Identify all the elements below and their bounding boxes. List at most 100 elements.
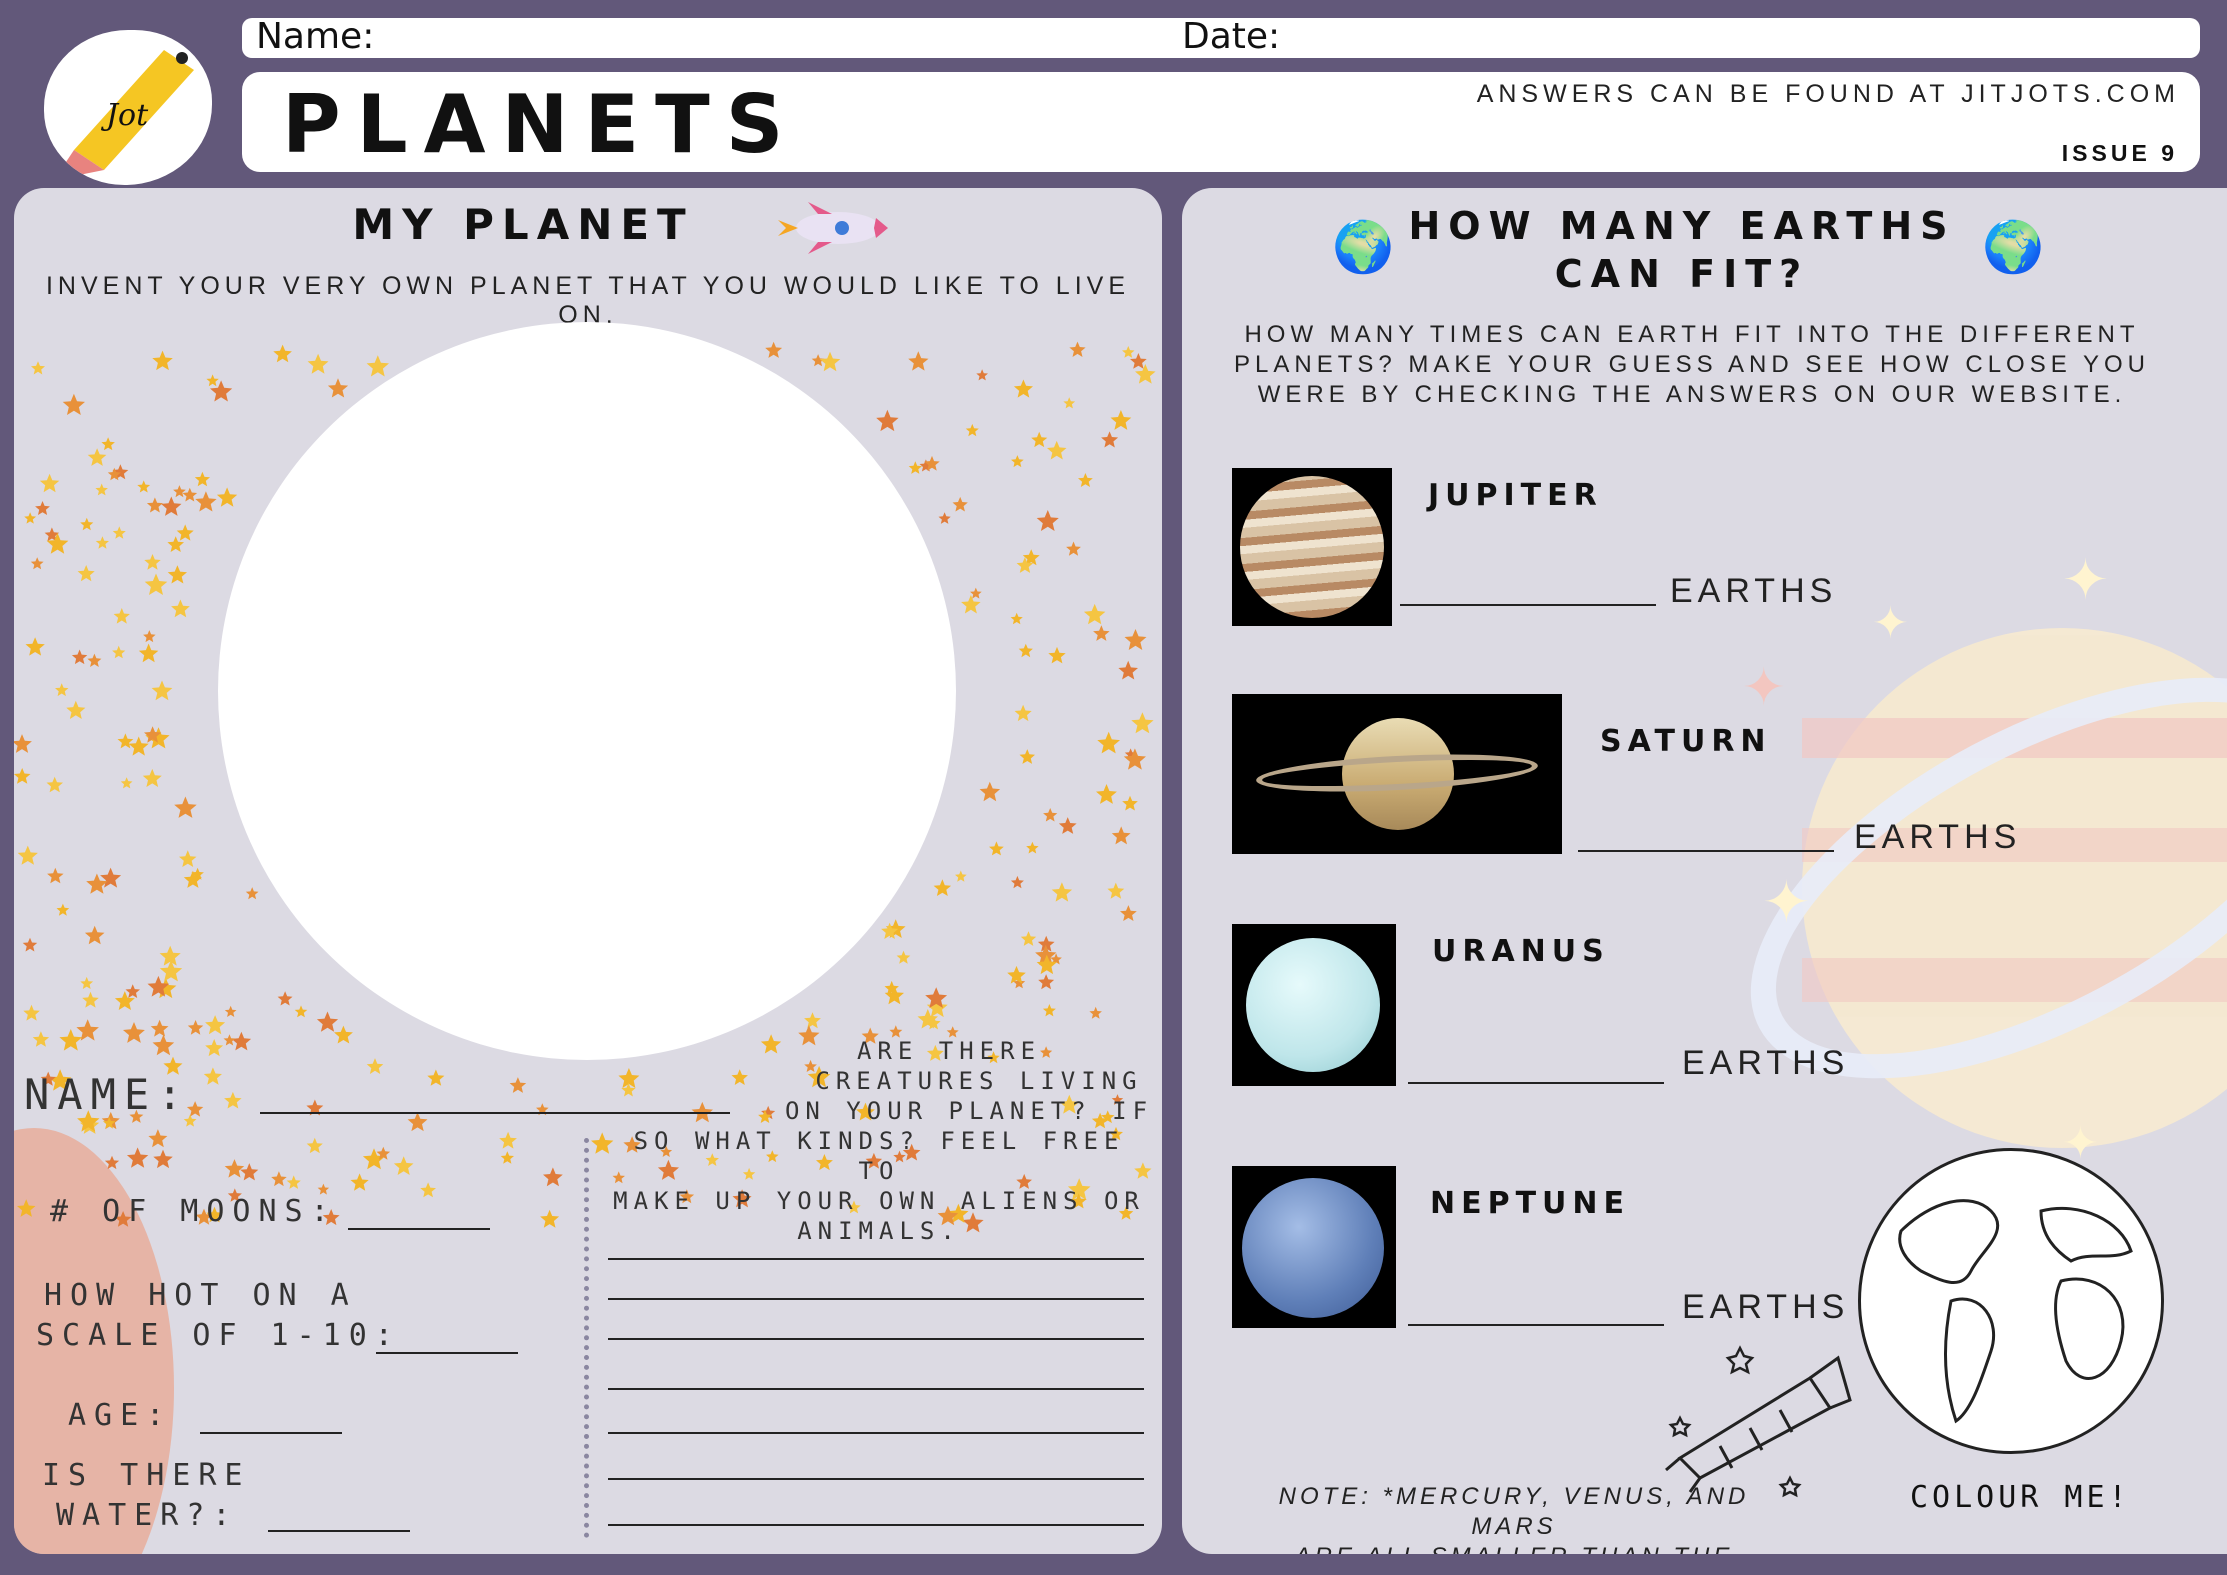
star-icon (366, 1058, 384, 1074)
star-icon (979, 781, 1001, 802)
star-icon (84, 925, 105, 945)
hot-label-2: SCALE OF 1-10: (36, 1318, 401, 1353)
star-icon (152, 1034, 175, 1056)
star-icon (1013, 379, 1033, 398)
star-icon (71, 649, 88, 665)
star-icon (1014, 704, 1032, 722)
star-icon (1007, 965, 1026, 984)
star-icon (1069, 341, 1086, 357)
name-label: Name: (256, 16, 375, 57)
star-icon (77, 565, 95, 582)
age-line[interactable] (200, 1432, 342, 1434)
star-icon (17, 845, 38, 865)
star-icon (1038, 974, 1055, 990)
star-icon (1020, 931, 1037, 946)
uranus-earths-label: EARTHS (1682, 1044, 1850, 1082)
star-icon (112, 645, 126, 659)
globe-icon: 🌍 (1982, 218, 2045, 276)
star-icon (1122, 346, 1135, 358)
creatures-answer-line[interactable] (608, 1432, 1144, 1434)
star-icon (1120, 905, 1137, 921)
star-icon (150, 1019, 169, 1037)
colour-me-label: COLOUR ME! (1910, 1480, 2131, 1515)
star-icon (955, 870, 967, 882)
creatures-answer-line[interactable] (608, 1258, 1144, 1260)
sparkle-icon: ✦ (1762, 868, 1811, 936)
star-icon (62, 393, 85, 415)
saturn-answer-line[interactable] (1578, 850, 1834, 852)
star-icon (35, 501, 50, 515)
star-icon (316, 1011, 339, 1032)
star-icon (1083, 603, 1106, 625)
neptune-answer-line[interactable] (1408, 1324, 1664, 1326)
star-icon (970, 587, 982, 599)
saturn-image (1232, 694, 1562, 854)
star-icon (499, 1131, 517, 1149)
star-icon (24, 512, 37, 524)
star-icon (56, 903, 70, 916)
star-icon (509, 1077, 527, 1093)
star-icon (307, 353, 329, 374)
star-icon (500, 1151, 514, 1164)
star-icon (137, 480, 151, 493)
page-title: PLANETS (282, 78, 800, 171)
planet-drawing-circle[interactable] (218, 322, 956, 1060)
hot-line[interactable] (376, 1352, 518, 1354)
star-icon (1018, 643, 1033, 658)
title-box: PLANETS ANSWERS CAN BE FOUND AT JITJOTS.… (242, 72, 2200, 172)
star-icon (540, 1209, 560, 1228)
neptune-disk (1242, 1178, 1384, 1318)
star-icon (1135, 364, 1156, 384)
creatures-answer-line[interactable] (608, 1338, 1144, 1340)
moons-label: # OF MOONS: (50, 1194, 337, 1229)
star-icon (31, 361, 45, 375)
star-icon (95, 536, 109, 549)
star-icon (1124, 629, 1147, 650)
creatures-answer-line[interactable] (608, 1298, 1144, 1300)
creatures-answer-line[interactable] (608, 1478, 1144, 1480)
answers-note: ANSWERS CAN BE FOUND AT JITJOTS.COM (1476, 80, 2180, 108)
water-line[interactable] (268, 1530, 410, 1532)
saturn-earths-label: EARTHS (1854, 818, 2022, 856)
star-icon (1107, 882, 1125, 899)
star-icon (1058, 817, 1077, 834)
moons-line[interactable] (348, 1228, 490, 1230)
creatures-line-6: ANIMALS. (797, 1217, 961, 1245)
star-icon (819, 351, 841, 372)
star-icon (142, 768, 162, 787)
star-icon (203, 1067, 222, 1085)
star-icon (334, 1025, 353, 1044)
star-icon (153, 1149, 173, 1169)
creatures-line-1: ARE THERE (856, 1037, 1042, 1065)
star-icon (167, 565, 187, 584)
star-icon (1011, 455, 1024, 468)
star-icon (32, 1031, 50, 1047)
creatures-answer-line[interactable] (608, 1524, 1144, 1526)
star-icon (961, 595, 981, 614)
neptune-image (1232, 1166, 1396, 1328)
my-planet-heading: MY PLANET (352, 200, 694, 249)
sparkle-icon: ✦ (1742, 658, 1786, 718)
star-icon (271, 1171, 287, 1187)
star-icon (286, 1175, 301, 1189)
note-text: NOTE: *MERCURY, VENUS, AND MARS ARE ALL … (1234, 1482, 1794, 1554)
logo-text: Jot (100, 98, 149, 133)
uranus-answer-line[interactable] (1408, 1082, 1664, 1084)
earth-colouring-globe[interactable] (1858, 1148, 2164, 1454)
star-icon (1010, 612, 1023, 625)
creatures-answer-line[interactable] (608, 1388, 1144, 1390)
star-icon (104, 1155, 120, 1170)
star-icon (1118, 660, 1138, 680)
planet-name-saturn: SATURN (1600, 724, 1772, 759)
star-icon (1047, 440, 1067, 460)
star-icon (1031, 431, 1048, 448)
star-icon (1051, 882, 1073, 902)
star-icon (223, 1034, 236, 1046)
earths-intro-line-2: PLANETS? MAKE YOUR GUESS AND SEE HOW CLO… (1234, 351, 2150, 378)
sparkle-icon: ✦ (1872, 598, 1909, 649)
dotted-divider (584, 1138, 589, 1538)
earths-intro: HOW MANY TIMES CAN EARTH FIT INTO THE DI… (1182, 320, 2227, 410)
star-icon (22, 937, 38, 952)
star-icon (933, 879, 952, 896)
jupiter-answer-line[interactable] (1400, 604, 1656, 606)
